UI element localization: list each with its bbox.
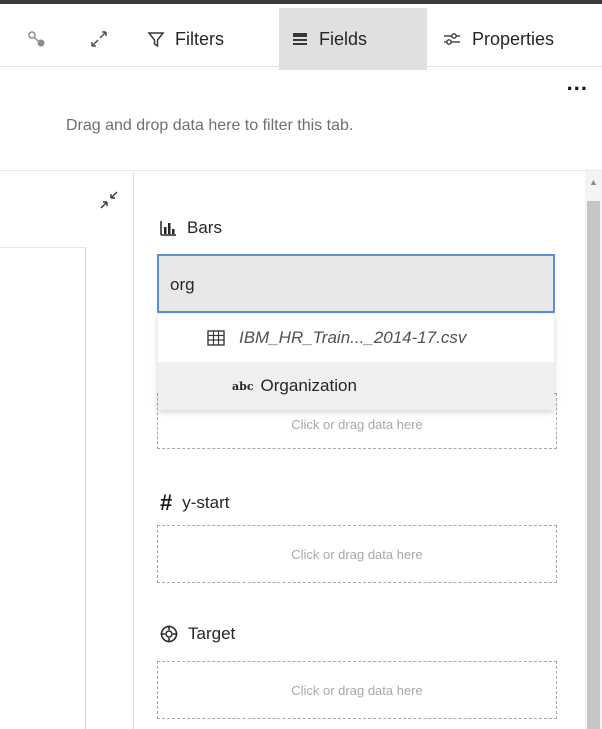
- dropdown-item-organization[interactable]: abc Organization: [158, 362, 554, 410]
- bars-label: Bars: [187, 218, 222, 237]
- collapse-icon[interactable]: [98, 189, 120, 216]
- dropdown-source-file: IBM_HR_Train..._2014-17.csv: [158, 314, 554, 362]
- bar-chart-icon: [160, 220, 177, 236]
- target-drop-hint: Click or drag data here: [291, 682, 423, 698]
- properties-tab[interactable]: Properties: [442, 8, 602, 70]
- target-icon: [160, 625, 178, 643]
- target-drop-zone[interactable]: Click or drag data here: [157, 661, 557, 719]
- scroll-thumb[interactable]: [587, 201, 600, 729]
- connect-icon[interactable]: [26, 28, 48, 50]
- filters-tab[interactable]: Filters: [145, 8, 255, 70]
- bars-section-label: Bars: [160, 218, 222, 238]
- toolbar: Filters Fields Properties: [0, 0, 602, 70]
- fields-icon: [293, 33, 307, 45]
- more-options-button[interactable]: ...: [567, 72, 588, 94]
- properties-icon: [444, 33, 460, 45]
- visualization-frame: [0, 247, 86, 729]
- fields-label: Fields: [319, 28, 368, 49]
- y-start-drop-hint: Click or drag data here: [291, 546, 423, 562]
- target-section-label: Target: [160, 624, 235, 644]
- text-type-icon: abc: [232, 379, 254, 393]
- expand-icon[interactable]: [88, 28, 110, 50]
- hash-icon: #: [160, 490, 173, 515]
- filter-drop-hint: Drag and drop data here to filter this t…: [66, 117, 354, 134]
- panel-scrollbar[interactable]: ▲: [585, 171, 602, 729]
- y-start-drop-zone[interactable]: Click or drag data here: [157, 525, 557, 583]
- bars-search-input[interactable]: org: [157, 254, 555, 313]
- source-file-name: IBM_HR_Train..._2014-17.csv: [239, 328, 467, 347]
- y-start-section-label: # y-start: [160, 490, 229, 516]
- properties-label: Properties: [472, 28, 555, 49]
- filter-icon: [147, 32, 165, 48]
- filters-label: Filters: [175, 28, 224, 49]
- bars-drop-hint: Click or drag data here: [291, 416, 423, 432]
- fields-tab[interactable]: Fields: [279, 8, 427, 70]
- scroll-up-arrow-icon[interactable]: ▲: [589, 177, 598, 187]
- field-suggestions-dropdown: IBM_HR_Train..._2014-17.csv abc Organiza…: [158, 314, 554, 410]
- y-start-label: y-start: [182, 493, 230, 512]
- dropdown-item-label: Organization: [260, 376, 357, 395]
- table-icon: [207, 330, 225, 346]
- target-label: Target: [188, 624, 236, 643]
- visualization-canvas: [0, 171, 133, 729]
